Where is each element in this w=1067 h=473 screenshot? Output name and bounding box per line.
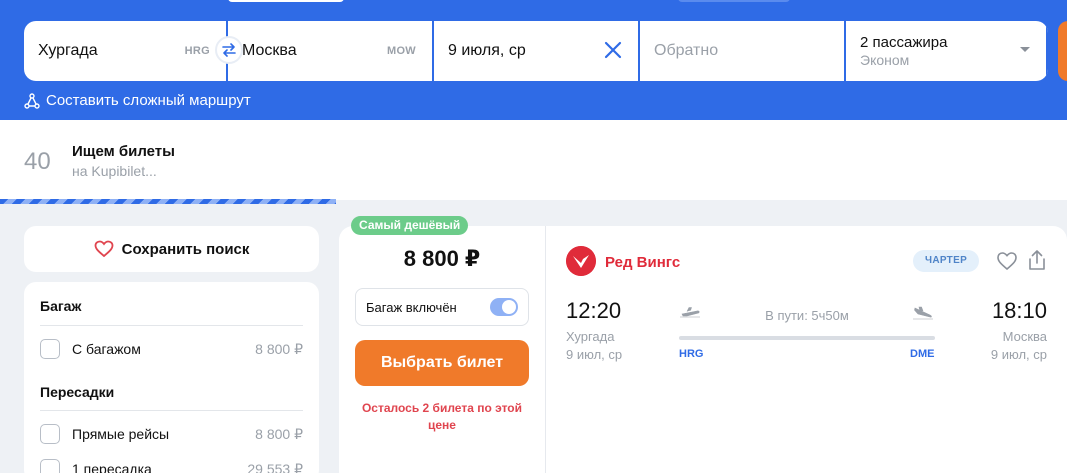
departure-time: 12:20 — [566, 298, 622, 323]
checkbox[interactable] — [40, 459, 60, 473]
complex-route-label[interactable]: Составить сложный маршрут — [46, 92, 251, 109]
search-countdown: 40 — [24, 148, 51, 175]
search-status-bar — [0, 120, 1067, 200]
arrival-airport-code: DME — [910, 348, 935, 360]
swap-direction-button[interactable] — [215, 36, 243, 64]
departure-date-field[interactable]: 9 июля, ср — [434, 21, 640, 81]
arrival-time: 18:10 — [991, 298, 1047, 323]
divider — [545, 226, 546, 473]
return-date-placeholder[interactable]: Обратно — [654, 42, 718, 60]
origin-field[interactable]: Хургада HRG — [24, 21, 228, 81]
heart-icon — [94, 240, 114, 258]
tab-indicator — [678, 0, 790, 2]
filter-option-label[interactable]: 1 пересадка — [72, 461, 152, 473]
route-line — [679, 336, 935, 340]
baggage-toggle-row[interactable]: Багаж включён — [355, 288, 529, 326]
filter-option-direct[interactable]: Прямые рейсы 8 800 ₽ — [40, 424, 303, 444]
origin-code: HRG — [184, 45, 210, 57]
destination-field[interactable]: Москва MOW — [228, 21, 434, 81]
destination-value[interactable]: Москва — [242, 42, 297, 60]
clear-date-icon[interactable] — [604, 41, 622, 59]
arrival-city: Москва — [1002, 329, 1047, 344]
find-button[interactable] — [1058, 21, 1067, 81]
destination-code: MOW — [386, 45, 416, 57]
origin-value[interactable]: Хургада — [38, 42, 98, 60]
search-status-subtitle: на Kupibilet... — [72, 163, 157, 179]
baggage-toggle-label: Багаж включён — [366, 299, 457, 315]
search-header: Хургада HRG Москва MOW 9 июля, ср Обратн… — [0, 0, 1067, 120]
airline-name: Ред Вингс — [605, 254, 681, 271]
swap-arrows-icon — [222, 43, 236, 57]
ticket-card[interactable]: 8 800 ₽ Багаж включён Выбрать билет Оста… — [339, 226, 1067, 473]
ticket-price: 8 800 ₽ — [403, 246, 481, 271]
tab-indicator — [228, 0, 344, 2]
filter-option-price: 8 800 ₽ — [255, 340, 303, 357]
passengers-count: 2 пассажира — [860, 34, 948, 51]
select-ticket-button[interactable]: Выбрать билет — [355, 340, 529, 386]
flight-duration: В пути: 5ч50м — [765, 308, 849, 323]
arrival-date: 9 июл, ср — [990, 347, 1047, 362]
filters-panel: Багаж С багажом 8 800 ₽ Пересадки Прямые… — [24, 282, 319, 473]
checkbox[interactable] — [40, 424, 60, 444]
airline-logo — [566, 246, 596, 276]
departure-city: Хургада — [566, 329, 615, 344]
search-form: Хургада HRG Москва MOW 9 июля, ср Обратн… — [24, 21, 1048, 81]
departure-date-value[interactable]: 9 июля, ср — [448, 42, 526, 60]
filter-option-price: 8 800 ₽ — [255, 425, 303, 442]
departure-date: 9 июл, ср — [566, 347, 623, 362]
filter-option-baggage[interactable]: С багажом 8 800 ₽ — [40, 339, 303, 359]
search-progress-bar — [0, 199, 336, 204]
share-icon[interactable] — [1027, 249, 1047, 271]
transfers-filter-heading: Пересадки — [40, 384, 115, 400]
baggage-filter-heading: Багаж — [40, 298, 82, 314]
filter-option-one-transfer[interactable]: 1 пересадка 29 553 ₽ — [40, 459, 303, 473]
filter-option-label[interactable]: С багажом — [72, 341, 141, 357]
divider — [40, 410, 303, 411]
departure-airport-code: HRG — [679, 348, 704, 360]
search-status-title: Ищем билеты — [72, 143, 175, 160]
baggage-toggle[interactable] — [490, 298, 518, 316]
filter-option-label[interactable]: Прямые рейсы — [72, 426, 169, 442]
divider — [40, 325, 303, 326]
save-search-button[interactable]: Сохранить поиск — [24, 226, 319, 272]
cabin-class: Эконом — [860, 52, 910, 68]
charter-badge: ЧАРТЕР — [913, 250, 980, 272]
chevron-down-icon[interactable] — [1020, 47, 1030, 52]
seats-left-note: Осталось 2 билета по этой цене — [361, 401, 523, 432]
checkbox[interactable] — [40, 339, 60, 359]
save-search-label[interactable]: Сохранить поиск — [122, 241, 250, 258]
cheapest-badge: Самый дешёвый — [351, 216, 469, 235]
return-date-field[interactable]: Обратно — [640, 21, 846, 81]
passengers-field[interactable]: 2 пассажира Эконом — [846, 21, 1048, 81]
filter-option-price: 29 553 ₽ — [247, 460, 303, 473]
heart-icon[interactable] — [996, 250, 1018, 272]
route-icon — [24, 92, 40, 109]
landing-icon — [913, 306, 933, 320]
complex-route-link[interactable]: Составить сложный маршрут — [24, 92, 251, 109]
